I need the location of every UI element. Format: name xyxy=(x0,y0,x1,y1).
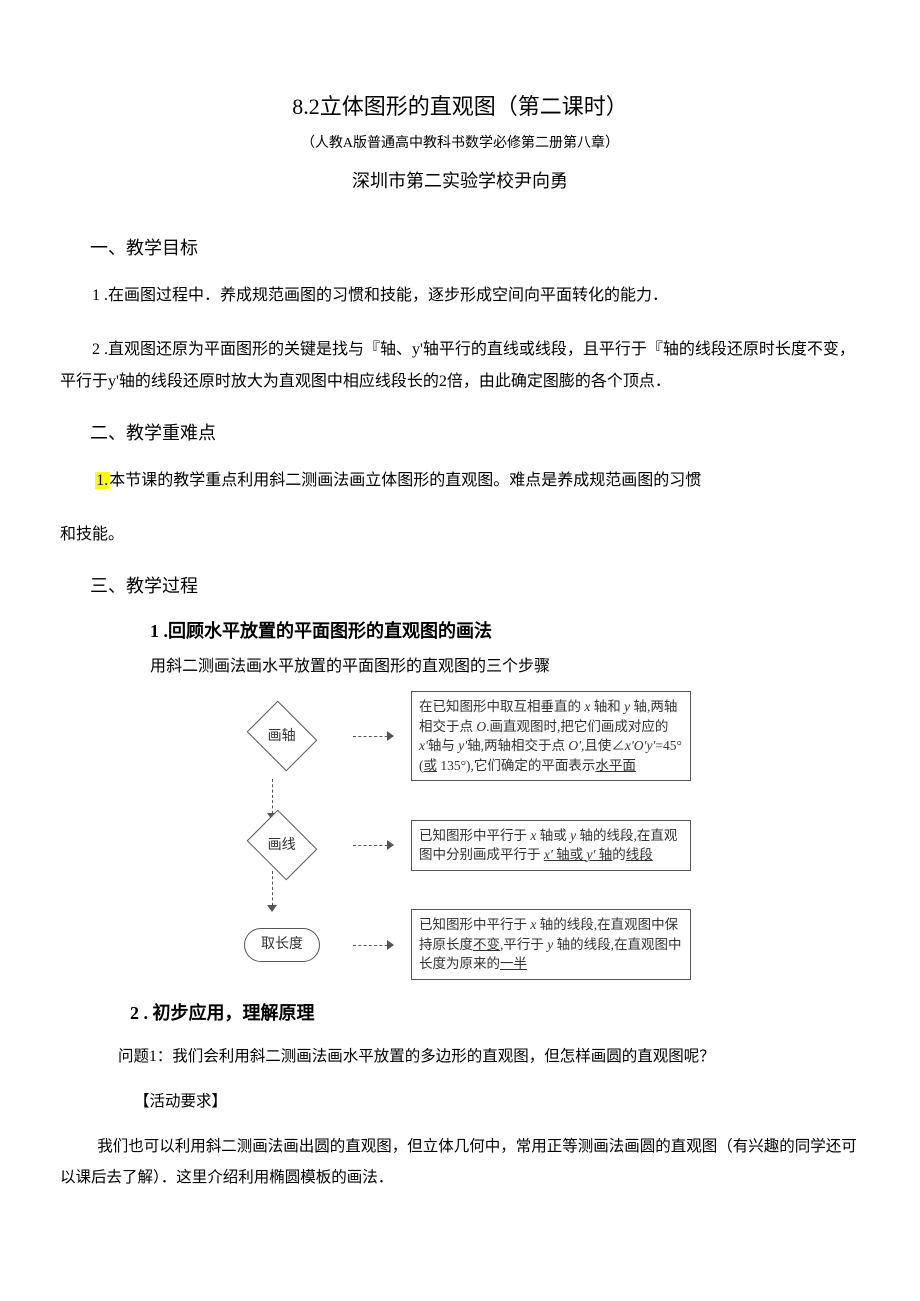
doc-author: 深圳市第二实验学校尹向勇 xyxy=(60,168,860,195)
doc-title: 8.2立体图形的直观图（第二课时） xyxy=(60,90,860,123)
paragraph: 和技能。 xyxy=(60,519,860,551)
flow-node-wrap: 画线 xyxy=(254,817,310,873)
flow-node-label: 画线 xyxy=(268,835,296,856)
subheading: 1 .回顾水平放置的平面图形的直观图的画法 xyxy=(150,618,860,645)
arrow-right-icon xyxy=(353,844,393,846)
doc-subtitle: （人教A版普通高中教科书数学必修第二册第八章） xyxy=(60,133,860,154)
paragraph: 1 .在画图过程中．养成规范画图的习惯和技能，逐步形成空间向平面转化的能力． xyxy=(60,280,860,312)
text: 2 .直观图还原为平面图形的关键是找与『轴、y'轴平行的直线或线段，且平行于『轴… xyxy=(60,341,855,390)
flow-desc: 已知图形中平行于 x 轴的线段,在直观图中保持原长度不变,平行于 y 轴的线段,… xyxy=(411,909,691,980)
flow-node-label: 画轴 xyxy=(268,726,296,747)
highlight: 1. xyxy=(95,472,109,489)
flow-node-col: 取长度 xyxy=(229,928,335,962)
text: 本节课的教学重点利用斜二测画法画立体图形的直观图。难点是养成规范画图的习惯 xyxy=(109,472,701,489)
document-page: 8.2立体图形的直观图（第二课时） （人教A版普通高中教科书数学必修第二册第八章… xyxy=(0,0,920,1301)
arrow-right-icon xyxy=(353,944,393,946)
flow-desc: 在已知图形中取互相垂直的 x 轴和 y 轴,两轴相交于点 O.画直观图时,把它们… xyxy=(411,691,691,781)
section-heading-3: 三、教学过程 xyxy=(90,573,860,600)
flow-node-col: 画轴 xyxy=(229,708,335,764)
flow-node-label: 取长度 xyxy=(261,934,303,955)
question-label: 问题1：我们会利用斜二测画法画水平放置的多边形的直观图，但怎样画圆的直观图呢？ xyxy=(118,1045,860,1068)
arrow-down-icon xyxy=(220,781,700,817)
flow-row: 取长度 已知图形中平行于 x 轴的线段,在直观图中保持原长度不变,平行于 y 轴… xyxy=(220,909,700,980)
flow-row: 画线 已知图形中平行于 x 轴或 y 轴的线段,在直观图中分别画成平行于 x' … xyxy=(220,817,700,873)
paragraph: 2 .直观图还原为平面图形的关键是找与『轴、y'轴平行的直线或线段，且平行于『轴… xyxy=(60,334,860,398)
flowchart: 画轴 在已知图形中取互相垂直的 x 轴和 y 轴,两轴相交于点 O.画直观图时,… xyxy=(220,691,700,980)
section-heading-1: 一、教学目标 xyxy=(90,235,860,262)
flow-node-wrap: 画轴 xyxy=(254,708,310,764)
arrow-right-icon xyxy=(353,735,393,737)
flow-node-length: 取长度 xyxy=(244,928,320,962)
flow-node-line: 画线 xyxy=(247,810,318,881)
flow-node-col: 画线 xyxy=(229,817,335,873)
subheading: 2 . 初步应用，理解原理 xyxy=(130,1000,860,1027)
arrow-down-icon xyxy=(220,873,700,909)
steps-note: 用斜二测画法画水平放置的平面图形的直观图的三个步骤 xyxy=(150,655,860,679)
paragraph: 1.本节课的教学重点利用斜二测画法画立体图形的直观图。难点是养成规范画图的习惯 xyxy=(60,465,860,497)
activity-label: 【活动要求】 xyxy=(134,1090,860,1113)
flow-desc: 已知图形中平行于 x 轴或 y 轴的线段,在直观图中分别画成平行于 x' 轴或 … xyxy=(411,820,691,871)
section-heading-2: 二、教学重难点 xyxy=(90,420,860,447)
flow-node-axis: 画轴 xyxy=(247,701,318,772)
paragraph: 我们也可以利用斜二测画法画出圆的直观图，但立体几何中，常用正等测画法画圆的直观图… xyxy=(60,1131,860,1193)
flow-row: 画轴 在已知图形中取互相垂直的 x 轴和 y 轴,两轴相交于点 O.画直观图时,… xyxy=(220,691,700,781)
